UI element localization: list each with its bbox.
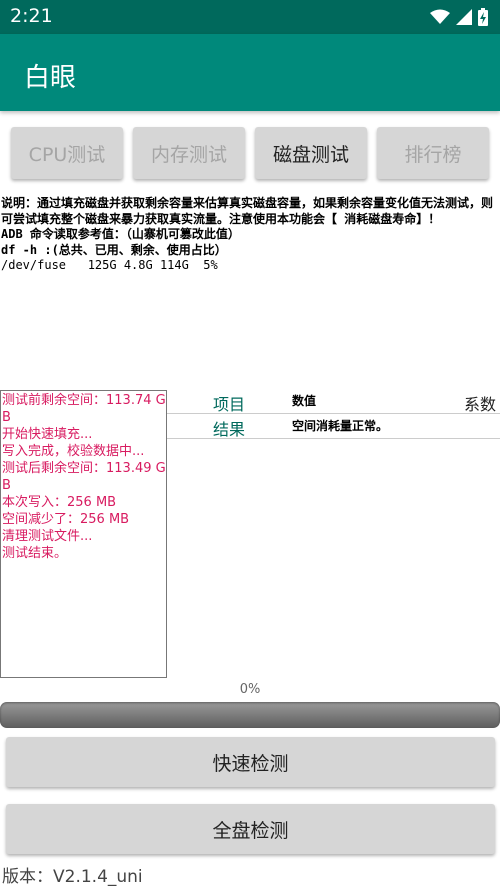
tab-ranking[interactable]: 排行榜 [377, 127, 489, 179]
description-line-2: ADB 命令读取参考值：（山寨机可篡改此值） [1, 227, 240, 241]
table-header-row: 项目 数值 系数 [167, 388, 500, 414]
row-value: 空间消耗量正常。 [292, 419, 389, 433]
header-coefficient: 系数 [463, 395, 496, 414]
status-bar: 2:21 [0, 0, 500, 34]
tab-cpu-test[interactable]: CPU测试 [11, 127, 123, 179]
log-line: 清理测试文件... [2, 529, 93, 544]
test-log-box[interactable]: 测试前剩余空间：113.74 GB 开始快速填充... 写入完成，校验数据中..… [0, 390, 167, 678]
header-value: 数值 [292, 394, 317, 408]
quick-check-button[interactable]: 快速检测 [6, 737, 495, 787]
description-line-4: /dev/fuse 125G 4.8G 114G 5% [1, 258, 218, 272]
log-line: 测试结束。 [2, 546, 68, 561]
wifi-icon [430, 9, 450, 24]
status-time: 2:21 [10, 5, 53, 27]
header-item: 项目 [213, 395, 246, 414]
description-line-1: 说明：通过填充磁盘并获取剩余容量来估算真实磁盘容量，如果剩余容量变化值无法测试，… [1, 196, 494, 226]
tab-memory-test[interactable]: 内存测试 [133, 127, 245, 179]
signal-icon [456, 9, 472, 25]
full-disk-check-button[interactable]: 全盘检测 [6, 804, 495, 854]
description-line-3: df -h :(总共、已用、剩余、使用占比） [1, 242, 227, 257]
tab-disk-test[interactable]: 磁盘测试 [255, 127, 367, 179]
battery-icon [478, 8, 488, 26]
log-line: 写入完成，校验数据中... [2, 444, 145, 459]
progress-percent: 0% [239, 682, 261, 697]
row-item: 结果 [213, 420, 246, 439]
status-icons [430, 7, 488, 27]
app-title: 白眼 [24, 63, 77, 93]
description-text: 说明：通过填充磁盘并获取剩余容量来估算真实磁盘容量，如果剩余容量变化值无法测试，… [1, 196, 498, 274]
log-line: 测试后剩余空间：113.49 GB [2, 461, 166, 493]
log-line: 空间减少了：256 MB [2, 512, 130, 527]
app-bar: 白眼 [0, 34, 500, 111]
version-label: 版本：V2.1.4_uni [2, 867, 143, 887]
table-row: 结果 空间消耗量正常。 [167, 413, 500, 439]
log-line: 测试前剩余空间：113.74 GB [2, 393, 166, 425]
log-line: 开始快速填充... [2, 427, 93, 442]
progress-bar [0, 702, 500, 728]
log-line: 本次写入：256 MB [2, 495, 117, 510]
